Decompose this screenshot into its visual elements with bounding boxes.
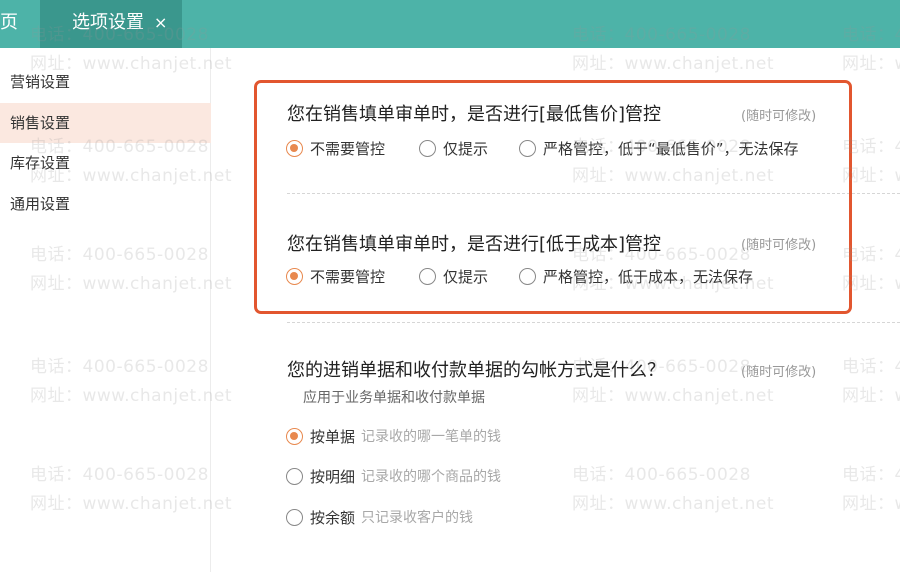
sidebar: 营销设置 销售设置 库存设置 通用设置 [0, 48, 211, 572]
question-reconcile-method-subtitle: 应用于业务单据和收付款单据 [303, 390, 485, 406]
tab-home[interactable]: 页 [0, 0, 18, 48]
option-description: 只记录收客户的钱 [361, 510, 474, 526]
option-below-cost-strict[interactable]: 严格管控，低于成本，无法保存 [519, 265, 753, 287]
tab-options-settings[interactable]: 选项设置 × [40, 0, 182, 48]
sidebar-item-marketing[interactable]: 营销设置 [0, 62, 211, 102]
watermark-site: 网址：www.chanjet.net [572, 494, 775, 514]
sidebar-item-sales[interactable]: 销售设置 [0, 103, 211, 143]
question-reconcile-method-title: 您的进销单据和收付款单据的勾帐方式是什么？ [287, 360, 665, 381]
radio-icon[interactable] [419, 267, 436, 285]
option-reconcile-by-document[interactable]: 按单据 记录收的哪一笔单的钱 [286, 425, 501, 447]
option-min-price-no-control[interactable]: 不需要管控 [286, 137, 385, 159]
option-label: 严格管控，低于成本，无法保存 [543, 267, 754, 286]
tab-bar: 页 选项设置 × [0, 0, 900, 48]
option-label: 不需要管控 [310, 267, 386, 286]
option-label: 不需要管控 [310, 139, 386, 158]
sidebar-item-inventory[interactable]: 库存设置 [0, 143, 211, 183]
option-label: 严格管控，低于“最低售价”，无法保存 [543, 139, 799, 158]
question-below-cost-hint: (随时可修改) [741, 238, 817, 253]
question-min-price-title: 您在销售填单审单时，是否进行[最低售价]管控 [287, 104, 662, 125]
radio-selected-icon[interactable] [286, 427, 303, 445]
radio-icon[interactable] [286, 508, 303, 526]
radio-selected-icon[interactable] [286, 139, 303, 157]
watermark-site: 网址：www.chanjet.net [572, 54, 775, 74]
question-below-cost-title: 您在销售填单审单时，是否进行[低于成本]管控 [287, 234, 662, 255]
question-min-price-hint: (随时可修改) [741, 109, 817, 124]
watermark-site: 网址：www.chanjet.net [842, 54, 900, 74]
radio-icon[interactable] [286, 467, 303, 485]
option-label: 按单据 [310, 427, 356, 446]
radio-icon[interactable] [419, 139, 436, 157]
option-description: 记录收的哪一笔单的钱 [361, 429, 502, 445]
watermark-phone: 电话：400-665-0028 [572, 465, 751, 485]
option-reconcile-by-detail[interactable]: 按明细 记录收的哪个商品的钱 [286, 465, 501, 487]
option-label: 仅提示 [443, 267, 489, 286]
sidebar-item-general[interactable]: 通用设置 [0, 184, 211, 224]
option-description: 记录收的哪个商品的钱 [361, 469, 502, 485]
watermark-phone: 电话：400-665-0028 [842, 357, 900, 377]
radio-selected-icon[interactable] [286, 267, 303, 285]
divider [287, 322, 900, 323]
option-below-cost-no-control[interactable]: 不需要管控 [286, 265, 385, 287]
option-reconcile-by-balance[interactable]: 按余额 只记录收客户的钱 [286, 506, 473, 528]
option-min-price-strict[interactable]: 严格管控，低于“最低售价”，无法保存 [519, 137, 799, 159]
tab-options-settings-label: 选项设置 [72, 12, 144, 33]
watermark-site: 网址：www.chanjet.net [572, 386, 775, 406]
option-min-price-prompt-only[interactable]: 仅提示 [419, 137, 488, 159]
watermark-phone: 电话：400-665-0028 [842, 465, 900, 485]
close-icon[interactable]: × [154, 0, 167, 46]
option-label: 按明细 [310, 467, 356, 486]
radio-icon[interactable] [519, 267, 536, 285]
option-label: 按余额 [310, 508, 356, 527]
watermark-site: 网址：www.chanjet.net [842, 386, 900, 406]
option-label: 仅提示 [443, 139, 489, 158]
question-reconcile-method-hint: (随时可修改) [741, 365, 817, 380]
radio-icon[interactable] [519, 139, 536, 157]
watermark-site: 网址：www.chanjet.net [842, 494, 900, 514]
option-below-cost-prompt-only[interactable]: 仅提示 [419, 265, 488, 287]
